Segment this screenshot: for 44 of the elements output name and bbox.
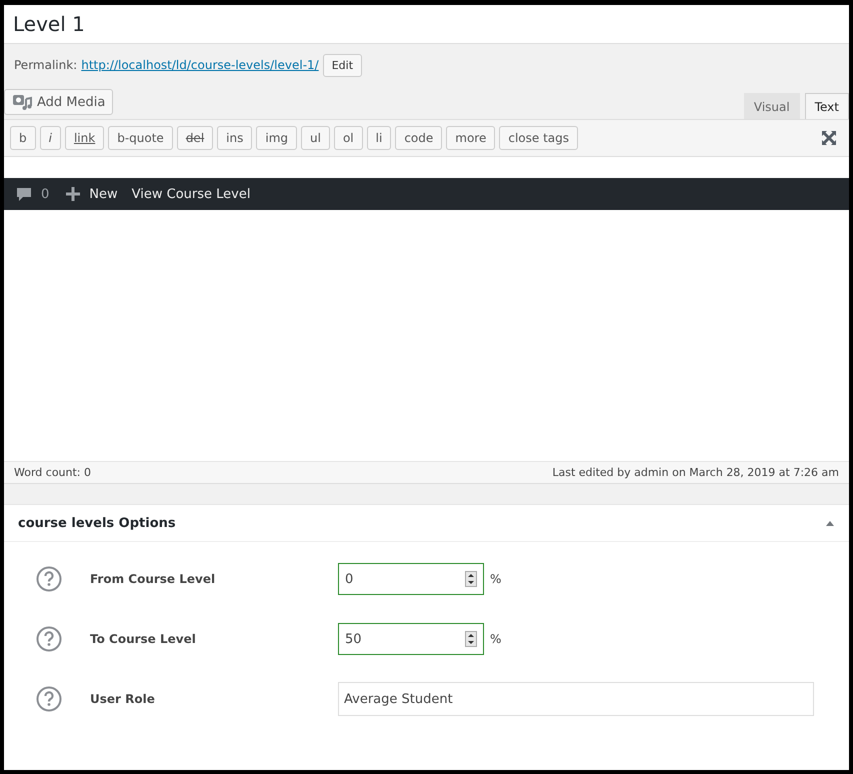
quicktag-button[interactable]: close tags [499, 126, 578, 150]
word-count: Word count: 0 [14, 466, 92, 479]
quicktag-button[interactable]: i [40, 126, 61, 150]
comment-count: 0 [41, 186, 50, 202]
editor-tab[interactable]: Visual [744, 93, 800, 119]
unit-label: % [490, 572, 502, 586]
collapse-icon[interactable] [825, 519, 835, 527]
quicktag-button[interactable]: li [366, 126, 392, 150]
quicktag-button[interactable]: link [64, 126, 104, 150]
quicktag-button[interactable]: code [395, 126, 442, 150]
help-icon[interactable] [36, 566, 62, 592]
edit-button[interactable]: Edit [322, 54, 362, 76]
number-field[interactable]: 0 [338, 563, 484, 595]
view-link[interactable]: View Course Level [132, 186, 250, 202]
quicktag-button[interactable]: more [446, 126, 496, 150]
permalink-label: Permalink: [14, 58, 78, 72]
title-field[interactable]: Level 1 [4, 5, 849, 44]
fullscreen-icon[interactable] [821, 130, 837, 146]
spinner-icon[interactable] [465, 571, 477, 587]
permalink-link[interactable]: http://localhost/ld/course-levels/level-1/ [81, 58, 319, 72]
new-link[interactable]: New [89, 186, 118, 202]
quicktag-button[interactable]: b [10, 126, 36, 150]
unit-label: % [490, 632, 502, 646]
quicktag-button[interactable]: del [176, 126, 214, 150]
field-label: From Course Level [90, 572, 216, 586]
media-icon [12, 93, 32, 111]
number-field[interactable]: 50 [338, 623, 484, 655]
plus-icon[interactable] [66, 187, 80, 201]
quicktag-button[interactable]: ul [301, 126, 330, 150]
quicktag-button[interactable]: b-quote [108, 126, 173, 150]
field-label: User Role [90, 692, 156, 706]
quicktag-button[interactable]: ins [217, 126, 252, 150]
field-label: To Course Level [90, 632, 197, 646]
comment-icon[interactable] [16, 186, 32, 202]
help-icon[interactable] [36, 686, 62, 712]
quicktag-button[interactable]: ol [334, 126, 363, 150]
editor-tab[interactable]: Text [804, 93, 849, 119]
text-field[interactable]: Average Student [338, 682, 814, 716]
last-edited: Last edited by admin on March 28, 2019 at 7:26 am [552, 466, 839, 479]
help-icon[interactable] [36, 626, 62, 652]
quicktag-button[interactable]: img [256, 126, 297, 150]
metabox-title: course levels Options [18, 516, 176, 530]
add-media-button[interactable]: Add Media [4, 89, 114, 115]
spinner-icon[interactable] [465, 631, 477, 647]
